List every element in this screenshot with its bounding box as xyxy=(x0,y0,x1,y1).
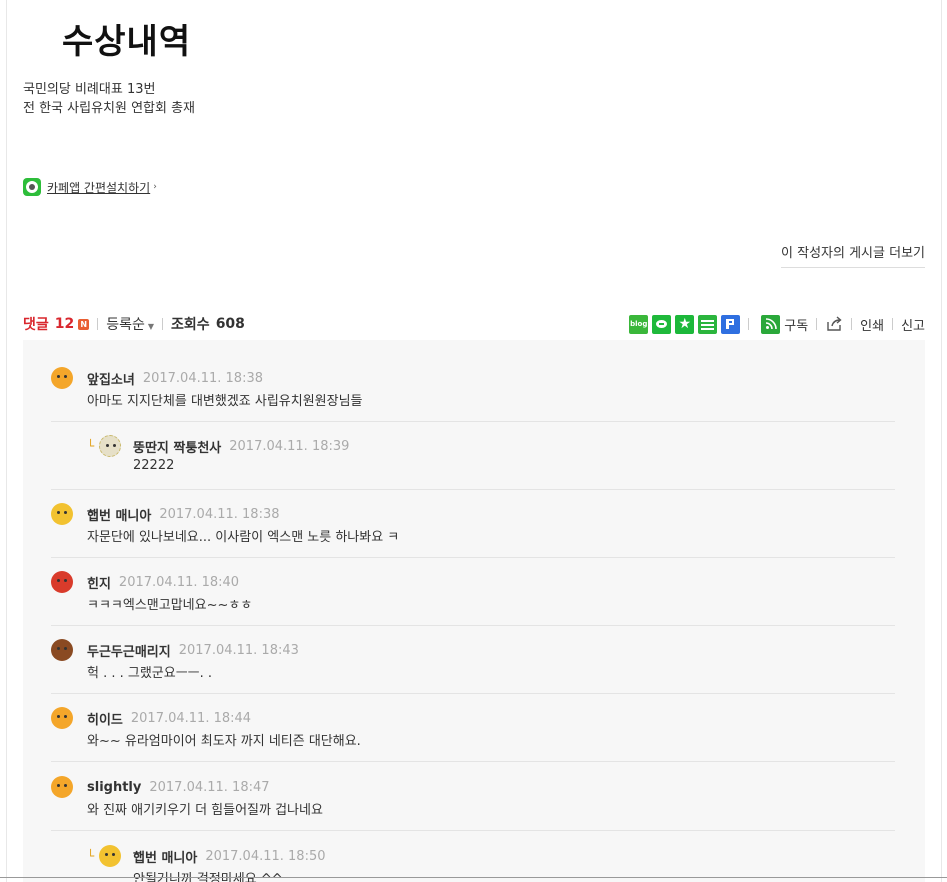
comment-nick[interactable]: 두근두근매리지 xyxy=(87,641,171,660)
window-bottom-border xyxy=(0,877,947,878)
comment-toolbar: 댓글 12 N 등록순 ▼ 조회수 608 blog ★ 구독 인쇄 신고 xyxy=(23,312,925,336)
comment-date: 2017.04.11. 18:50 xyxy=(205,848,326,864)
orange-girl-icon[interactable] xyxy=(51,367,73,389)
angel-icon[interactable] xyxy=(99,435,121,457)
comment-list: 앞집소녀 2017.04.11. 18:38 아마도 지지단체를 대변했겠죠 사립… xyxy=(23,340,925,882)
divider xyxy=(851,318,853,330)
orange-girl-icon[interactable] xyxy=(51,707,73,729)
comment-text: 안될거니까 걱정마세요 ^^ xyxy=(133,872,283,882)
share-out-icon[interactable] xyxy=(825,316,843,332)
comment-stats: 댓글 12 N 등록순 ▼ 조회수 608 xyxy=(23,314,245,334)
comment-date: 2017.04.11. 18:38 xyxy=(142,370,264,386)
comment-date: 2017.04.11. 18:39 xyxy=(229,438,350,454)
bio-line-2: 전 한국 사립유치원 연합회 총재 xyxy=(23,101,196,116)
comment-item: 히이드 2017.04.11. 18:44 와~~ 유라엄마이어 최도자 까지 네… xyxy=(51,707,895,762)
red-girl-icon[interactable] xyxy=(51,571,73,593)
brown-girl-icon[interactable] xyxy=(51,639,73,661)
comment-item: 햅번 매니아 2017.04.11. 18:38 자문단에 있나보네요... 이사… xyxy=(51,503,895,558)
cafe-app-install[interactable]: 카페앱 간편설치하기 › xyxy=(23,178,157,196)
views-count: 608 xyxy=(215,316,245,332)
author-bio: 국민의당 비례대표 13번 전 한국 사립유치원 연합회 총재 xyxy=(23,80,195,118)
divider xyxy=(892,318,894,330)
comment-item: 앞집소녀 2017.04.11. 18:38 아마도 지지단체를 대변했겠죠 사립… xyxy=(51,367,895,422)
views-label: 조회수 xyxy=(171,317,210,333)
comment-date: 2017.04.11. 18:47 xyxy=(149,779,270,795)
comment-nick[interactable]: 뚱딴지 짝퉁천사 xyxy=(133,437,221,456)
bookmark-star-icon[interactable]: ★ xyxy=(675,314,695,334)
orange-girl-icon[interactable] xyxy=(51,776,73,798)
comment-nick[interactable]: 햅번 매니아 xyxy=(87,505,151,524)
more-posts-link[interactable]: 이 작성자의 게시글 더보기 xyxy=(781,242,925,268)
comment-nick[interactable]: 앞집소녀 xyxy=(87,369,135,388)
sun-icon[interactable] xyxy=(99,845,121,867)
comment-date: 2017.04.11. 18:43 xyxy=(178,642,299,658)
bio-line-1: 국민의당 비례대표 13번 xyxy=(23,82,156,97)
comment-item: 힌지 2017.04.11. 18:40 ㅋㅋㅋ엑스맨고맙네요~~ㅎㅎ xyxy=(51,571,895,626)
share-tools: blog ★ 구독 인쇄 신고 xyxy=(625,314,925,334)
comment-text: 자문단에 있나보네요... 이사람이 엑스맨 노릇 하나봐요 ㅋ xyxy=(87,530,400,545)
comment-text: ㅋㅋㅋ엑스맨고맙네요~~ㅎㅎ xyxy=(87,598,253,613)
memo-share-icon[interactable] xyxy=(698,314,718,334)
divider xyxy=(748,318,750,330)
comments-label[interactable]: 댓글 xyxy=(23,314,49,334)
comment-nick[interactable]: 히이드 xyxy=(87,709,123,728)
comment-item: 두근두근매리지 2017.04.11. 18:43 헉 . . . 그랬군요ㅡㅡ.… xyxy=(51,639,895,694)
comment-text: 와 진짜 애기키우기 더 힘들어질까 겁나네요 xyxy=(87,803,323,818)
talk-share-icon[interactable] xyxy=(652,314,672,334)
divider xyxy=(816,318,818,330)
comment-text: 22222 xyxy=(133,458,175,473)
comment-text: 아마도 지지단체를 대변했겠죠 사립유치원원장님들 xyxy=(87,394,363,409)
comment-text: 와~~ 유라엄마이어 최도자 까지 네티즌 대단해요. xyxy=(87,734,361,749)
report-button[interactable]: 신고 xyxy=(901,315,925,334)
comment-nick[interactable]: slightly xyxy=(87,780,141,795)
comments-count[interactable]: 12 xyxy=(55,316,74,332)
award-title: 수상내역 xyxy=(62,22,192,62)
comment-nick[interactable]: 햅번 매니아 xyxy=(133,847,197,866)
caret-down-icon: ▼ xyxy=(147,322,155,331)
comment-item: slightly 2017.04.11. 18:47 와 진짜 애기키우기 더 힘… xyxy=(51,776,895,831)
comment-date: 2017.04.11. 18:38 xyxy=(159,506,280,522)
reply-arrow-icon: └ xyxy=(87,439,95,453)
comment-date: 2017.04.11. 18:44 xyxy=(130,710,252,726)
comment-date: 2017.04.11. 18:40 xyxy=(118,574,240,590)
sun-icon[interactable] xyxy=(51,503,73,525)
sort-dropdown[interactable]: 등록순 ▼ xyxy=(106,314,154,334)
rss-icon[interactable] xyxy=(761,314,781,334)
comment-reply: └ 뚱딴지 짝퉁천사 2017.04.11. 18:39 22222 xyxy=(51,435,895,490)
cafe-app-icon xyxy=(23,178,41,196)
divider xyxy=(97,318,99,330)
chevron-right-icon: › xyxy=(153,182,157,192)
comment-text: 헉 . . . 그랬군요ㅡㅡ. . xyxy=(87,666,213,681)
subscribe-button[interactable]: 구독 xyxy=(784,315,808,334)
blog-share-icon[interactable]: blog xyxy=(629,314,649,334)
print-button[interactable]: 인쇄 xyxy=(860,315,884,334)
pocket-share-icon[interactable] xyxy=(721,314,741,334)
comment-nick[interactable]: 힌지 xyxy=(87,573,111,592)
sort-label: 등록순 xyxy=(106,317,145,333)
reply-arrow-icon: └ xyxy=(87,849,95,863)
divider xyxy=(162,318,164,330)
cafe-app-link[interactable]: 카페앱 간편설치하기 xyxy=(47,179,150,196)
new-badge-icon: N xyxy=(78,318,90,330)
